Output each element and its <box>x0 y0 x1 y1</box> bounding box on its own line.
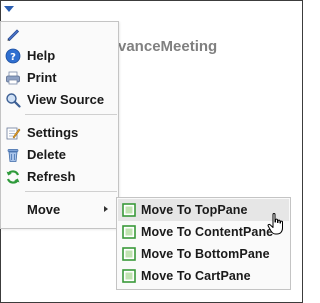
pane-icon <box>122 247 136 261</box>
menu-item-label: Move <box>27 202 61 217</box>
submenu-item-move-to-contentpane[interactable]: Move To ContentPane <box>118 221 289 243</box>
view-source-icon <box>6 93 21 108</box>
delete-icon <box>7 149 19 162</box>
menu-item-label: Delete <box>27 147 67 162</box>
menu-item-help[interactable]: ? Help <box>1 45 118 67</box>
hand-cursor-icon <box>267 213 283 235</box>
menu-item-move[interactable]: Move <box>1 199 118 221</box>
submenu-item-move-to-bottompane[interactable]: Move To BottomPane <box>118 243 289 265</box>
menu-item-settings[interactable]: Settings <box>1 122 118 144</box>
svg-text:?: ? <box>10 52 16 63</box>
chevron-right-icon <box>104 206 108 212</box>
print-icon <box>6 71 20 85</box>
menu-item-view-source[interactable]: View Source <box>1 89 118 111</box>
menu-item-label: Help <box>27 48 56 63</box>
pencil-icon <box>7 29 20 42</box>
pane-icon <box>122 203 136 217</box>
refresh-icon <box>6 170 20 184</box>
module-container: vanceMeeting ? Help Print View Source Se… <box>0 0 303 303</box>
menu-trigger-arrow-icon[interactable] <box>3 5 15 13</box>
menu-item-label: View Source <box>27 92 105 107</box>
menu-item-edit[interactable] <box>1 23 118 45</box>
menu-item-label: Refresh <box>27 169 76 184</box>
menu-item-label: Settings <box>27 125 79 140</box>
menu-separator <box>25 114 117 115</box>
pane-icon <box>122 225 136 239</box>
menu-item-delete[interactable]: Delete <box>1 144 118 166</box>
submenu-item-move-to-cartpane[interactable]: Move To CartPane <box>118 265 289 287</box>
pane-icon <box>122 269 136 283</box>
move-submenu: Move To TopPane Move To ContentPane Move… <box>116 197 291 290</box>
settings-icon <box>6 127 21 140</box>
menu-item-print[interactable]: Print <box>1 67 118 89</box>
action-menu: ? Help Print View Source Settings Delete… <box>0 21 119 229</box>
help-icon: ? <box>5 48 21 64</box>
menu-item-label: Print <box>27 70 57 85</box>
submenu-item-label: Move To BottomPane <box>141 247 270 261</box>
menu-separator <box>25 191 117 192</box>
submenu-item-label: Move To TopPane <box>141 203 248 217</box>
menu-item-refresh[interactable]: Refresh <box>1 166 118 188</box>
submenu-item-move-to-toppane[interactable]: Move To TopPane <box>118 199 289 221</box>
submenu-item-label: Move To CartPane <box>141 269 251 283</box>
submenu-item-label: Move To ContentPane <box>141 225 274 239</box>
module-title: vanceMeeting <box>118 38 218 55</box>
